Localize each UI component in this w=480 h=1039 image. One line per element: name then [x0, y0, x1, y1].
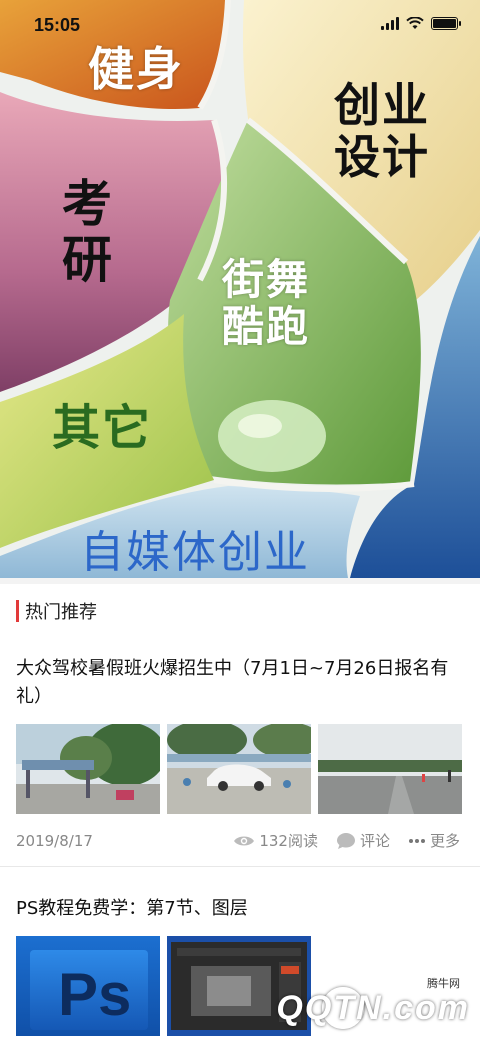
category-dance-line1: 街舞: [222, 255, 311, 304]
category-startup-line2: 设计: [334, 129, 430, 184]
section-title: 热门推荐: [25, 602, 97, 623]
watermark: 腾牛网 QQTN.com: [264, 975, 474, 1035]
category-startup-line1: 创业: [334, 78, 430, 132]
thumbnail-ps-logo[interactable]: Ps: [16, 936, 160, 1036]
watermark-domain: QQTN.com: [276, 989, 470, 1027]
more-dots-icon[interactable]: [408, 838, 426, 844]
category-exam[interactable]: 考 研: [62, 176, 132, 288]
article-thumbnails[interactable]: [16, 724, 462, 814]
status-time: 15:05: [34, 15, 81, 35]
category-banner: 15:05 健身 创业 设计 考 研 街舞 酷跑 其它 自媒体创业: [0, 0, 480, 578]
section-separator: [0, 578, 480, 584]
category-startup-design[interactable]: 创业 设计: [334, 78, 454, 184]
more-button[interactable]: 更多: [430, 830, 460, 851]
thumbnail-practice-road[interactable]: [318, 724, 462, 814]
section-header: 热门推荐: [16, 598, 97, 624]
article-title[interactable]: 大众驾校暑假班火爆招生中（7月1日~7月26日报名有礼）: [16, 655, 466, 711]
article-meta: 2019/8/17 132阅读 评论 更多: [16, 828, 460, 854]
status-icons: [381, 17, 461, 30]
category-exam-line1: 考: [62, 175, 114, 233]
article-divider: [0, 866, 480, 867]
battery-icon: [431, 17, 461, 30]
comment-button[interactable]: 评论: [360, 830, 390, 851]
article-date: 2019/8/17: [16, 832, 93, 850]
thumbnail-driving-school-gate[interactable]: [16, 724, 160, 814]
category-other[interactable]: 其它: [52, 401, 152, 456]
category-dance-parkour[interactable]: 街舞 酷跑: [222, 256, 332, 350]
article-actions: 132阅读 评论 更多: [233, 830, 460, 851]
category-self-media[interactable]: 自媒体创业: [80, 528, 310, 578]
thumbnail-training-car[interactable]: [167, 724, 311, 814]
eye-icon: [234, 836, 255, 845]
category-dance-line2: 酷跑: [222, 302, 311, 352]
status-bar: 15:05: [0, 0, 480, 52]
section-accent-bar: [16, 600, 19, 622]
ps-logo-text: Ps: [58, 961, 132, 1028]
view-count: 132阅读: [259, 832, 318, 850]
ps-logo-icon: Ps: [30, 950, 148, 1030]
article-title[interactable]: PS教程免费学：第7节、图层: [16, 894, 248, 920]
signal-icon: [381, 17, 399, 30]
comment-icon[interactable]: [336, 832, 356, 850]
category-exam-line2: 研: [62, 231, 114, 289]
wifi-icon: [406, 17, 424, 29]
